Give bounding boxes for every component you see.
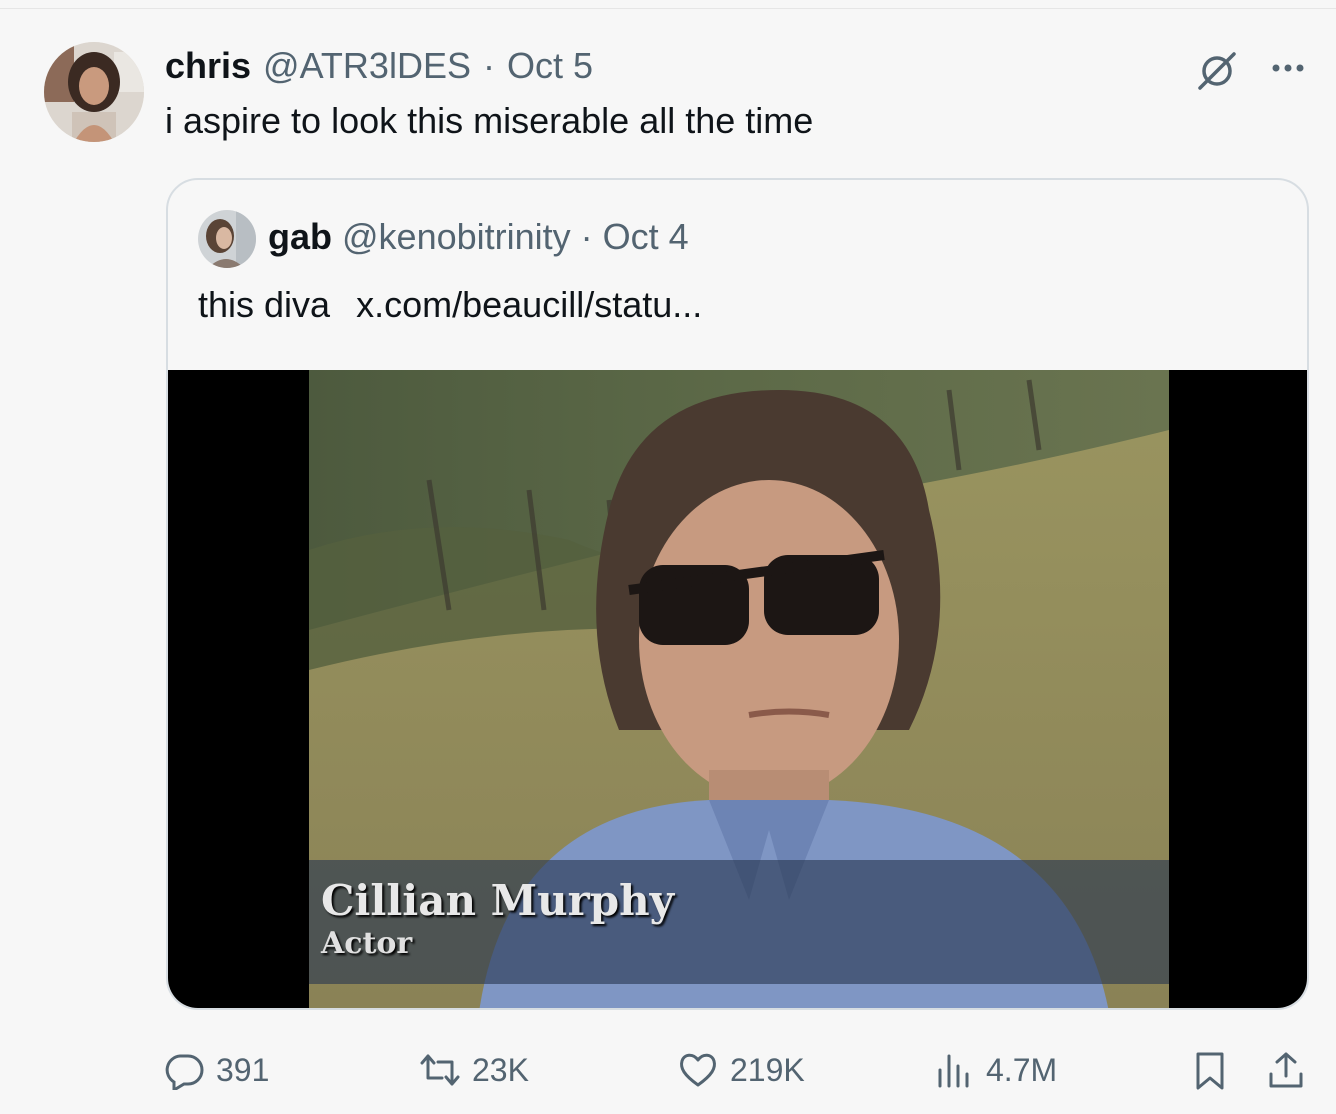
quoted-author-handle[interactable]: @kenobitrinity — [342, 216, 571, 258]
divider — [0, 8, 1336, 9]
repost-button[interactable]: 23K — [420, 1048, 529, 1092]
tweet-card[interactable]: chris @ATR3lDES · Oct 5 i aspire to look… — [0, 0, 1336, 1114]
author-name[interactable]: chris — [165, 45, 251, 87]
author-avatar-image — [44, 42, 144, 142]
action-bar: 391 23K 219K 4.7M — [0, 1040, 1336, 1100]
views-button[interactable]: 4.7M — [934, 1048, 1057, 1092]
separator: · — [482, 45, 495, 86]
repost-count: 23K — [472, 1051, 529, 1088]
bookmark-icon — [1196, 1052, 1224, 1090]
tweet-date[interactable]: Oct 5 — [507, 45, 593, 87]
tweet-header: chris @ATR3lDES · Oct 5 — [165, 44, 593, 88]
author-avatar[interactable] — [44, 42, 144, 142]
views-count: 4.7M — [986, 1051, 1058, 1088]
quoted-author-avatar[interactable] — [198, 210, 256, 268]
bookmark-button[interactable] — [1190, 1048, 1230, 1092]
quoted-header: gab @kenobitrinity · Oct 4 — [268, 216, 689, 258]
lower-third-caption: Cillian Murphy Actor — [309, 860, 1169, 984]
quoted-link[interactable]: x.com/beaucill/statu... — [356, 284, 702, 325]
quoted-tweet[interactable]: gab @kenobitrinity · Oct 4 this diva x.c… — [166, 178, 1309, 1010]
grok-slash-circle-icon[interactable] — [1194, 48, 1240, 94]
reply-button[interactable]: 391 — [164, 1048, 269, 1092]
quoted-text-body: this diva — [198, 284, 331, 325]
reply-count: 391 — [216, 1051, 270, 1088]
quoted-author-name[interactable]: gab — [268, 216, 332, 258]
heart-icon — [680, 1053, 716, 1087]
repost-arrows-icon — [420, 1054, 460, 1086]
reply-bubble-icon — [165, 1054, 204, 1090]
like-button[interactable]: 219K — [678, 1048, 805, 1092]
quoted-separator: · — [580, 216, 593, 257]
quoted-date[interactable]: Oct 4 — [603, 216, 689, 258]
quoted-text: this diva x.com/beaucill/statu... — [198, 284, 702, 326]
more-dots-icon[interactable] — [1266, 50, 1310, 86]
author-handle[interactable]: @ATR3lDES — [263, 45, 471, 87]
share-button[interactable] — [1266, 1048, 1306, 1092]
share-upload-icon — [1269, 1052, 1303, 1088]
quoted-avatar-image — [198, 210, 256, 268]
video-frame[interactable]: Cillian Murphy Actor — [309, 370, 1169, 1008]
tweet-text: i aspire to look this miserable all the … — [165, 100, 814, 141]
caption-role: Actor — [321, 926, 413, 961]
quoted-media[interactable]: Cillian Murphy Actor — [168, 370, 1307, 1008]
like-count: 219K — [730, 1051, 805, 1088]
bar-chart-icon — [938, 1054, 969, 1088]
caption-name: Cillian Murphy — [321, 876, 675, 925]
